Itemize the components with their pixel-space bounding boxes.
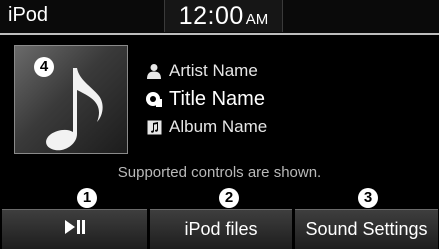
- sound-settings-button[interactable]: Sound Settings: [295, 209, 438, 249]
- ipod-screen: iPod 12:00 AM 4 Artist Name Title Name Al…: [0, 0, 439, 249]
- play-pause-button[interactable]: [2, 209, 147, 249]
- person-icon: [145, 62, 163, 80]
- album-art: [14, 45, 128, 154]
- callout-4: 4: [34, 57, 54, 77]
- status-divider: [0, 33, 439, 35]
- title-row: Title Name: [145, 87, 265, 111]
- artist-name: Artist Name: [169, 61, 258, 80]
- song-title-icon: [145, 90, 163, 108]
- callout-3: 3: [358, 188, 378, 208]
- clock-ampm: AM: [245, 11, 269, 28]
- album-name: Album Name: [169, 117, 268, 136]
- album-row: Album Name: [145, 115, 267, 139]
- callout-2: 2: [219, 188, 239, 208]
- sound-settings-label: Sound Settings: [305, 219, 428, 239]
- status-bar: iPod 12:00 AM: [0, 0, 439, 34]
- ipod-files-button[interactable]: iPod files: [150, 209, 292, 249]
- ipod-files-label: iPod files: [184, 219, 258, 239]
- artist-row: Artist Name: [145, 59, 258, 83]
- title-name: Title Name: [169, 87, 265, 110]
- supported-controls-hint: Supported controls are shown.: [117, 164, 322, 181]
- play-pause-icon: [63, 219, 87, 240]
- album-icon: [145, 118, 163, 136]
- clock: 12:00 AM: [164, 0, 283, 32]
- clock-time: 12:00: [178, 2, 244, 30]
- callout-1: 1: [77, 188, 97, 208]
- source-title: iPod: [8, 4, 49, 26]
- music-note-icon: [46, 68, 103, 151]
